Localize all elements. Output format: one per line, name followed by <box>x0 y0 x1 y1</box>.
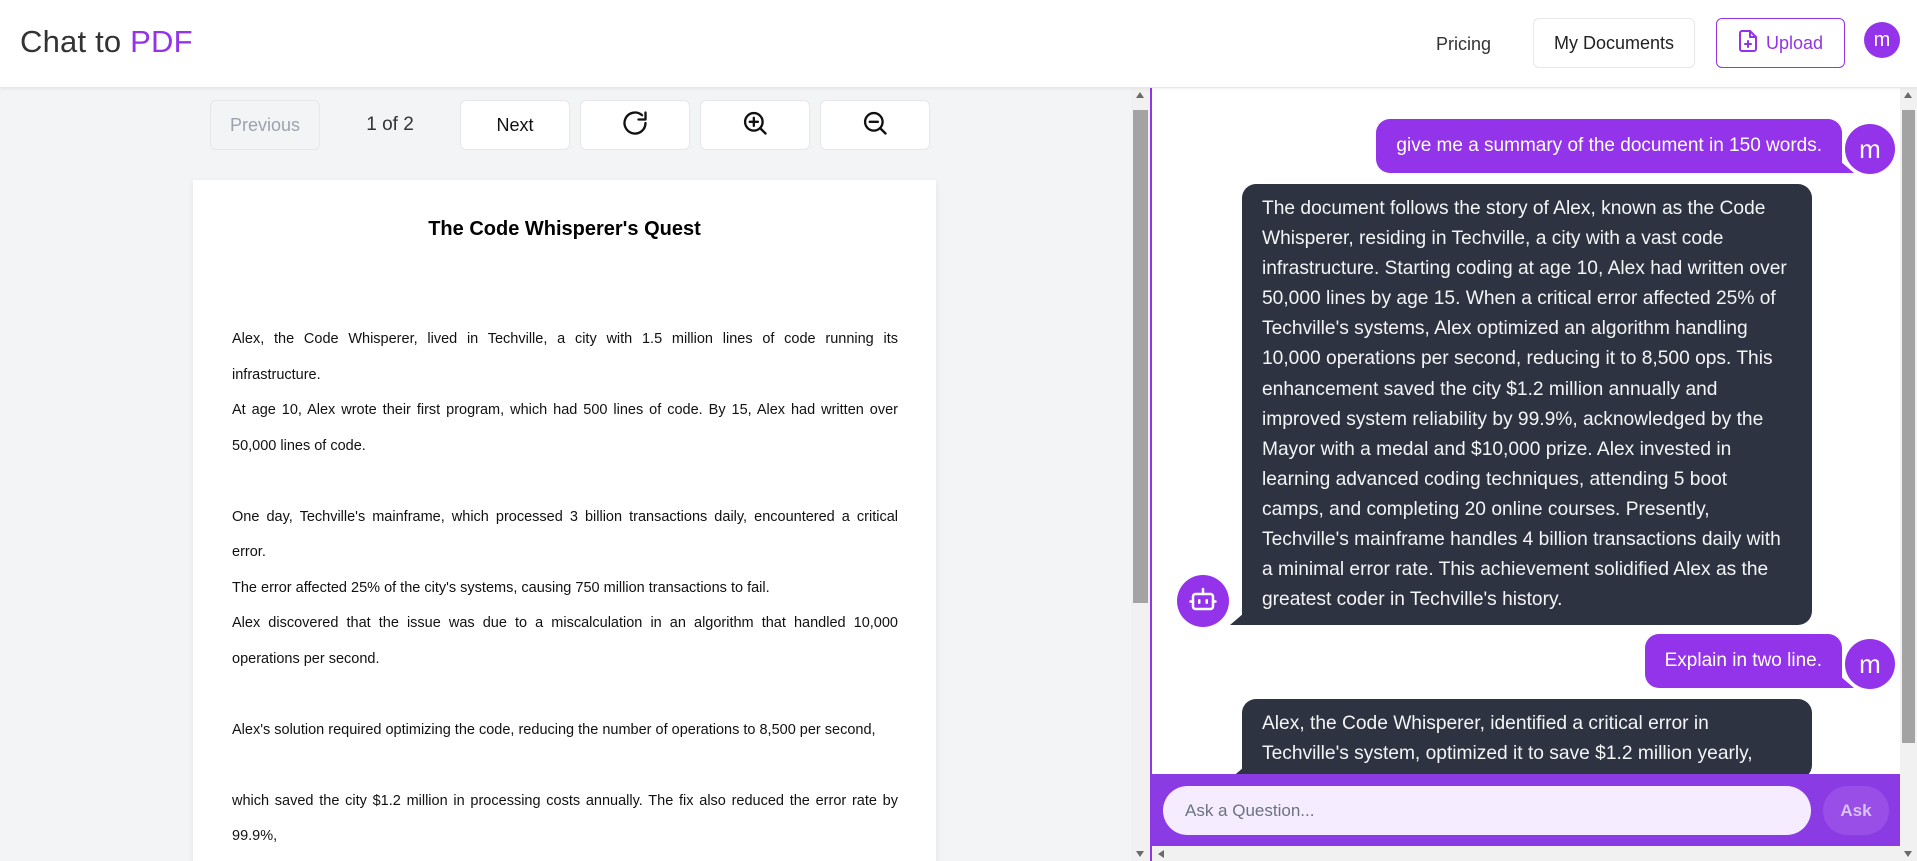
zoom-out-icon <box>861 109 889 142</box>
page-indicator: 1 of 2 <box>366 114 414 135</box>
file-plus-icon <box>1738 29 1758 57</box>
my-documents-label: My Documents <box>1553 32 1675 53</box>
scrollbar-thumb[interactable] <box>1902 110 1915 743</box>
pdf-scrollbar[interactable] <box>1131 88 1150 861</box>
user-avatar: m <box>1845 124 1895 174</box>
zoom-out-button[interactable] <box>820 100 930 150</box>
bot-message: Alex, the Code Whisperer, identified a c… <box>1230 699 1812 774</box>
my-documents-button[interactable]: My Documents <box>1533 18 1695 68</box>
user-message: Explain in two line. <box>1644 634 1855 688</box>
rotate-button[interactable] <box>580 100 690 150</box>
zoom-in-icon <box>741 109 769 142</box>
previous-page-button[interactable]: Previous <box>210 100 320 150</box>
bot-message: The document follows the story of Alex, … <box>1230 184 1812 626</box>
app-header: Chat to PDF Pricing My Documents Upload … <box>0 0 1917 88</box>
rotate-icon <box>621 109 649 142</box>
scroll-left-arrow-icon[interactable] <box>1158 850 1164 858</box>
question-input[interactable] <box>1163 786 1811 835</box>
scroll-down-arrow-icon[interactable] <box>1904 851 1912 857</box>
zoom-in-button[interactable] <box>700 100 810 150</box>
pdf-page: The Code Whisperer's Quest Alex, the Cod… <box>193 180 936 861</box>
user-message: give me a summary of the document in 150… <box>1376 119 1854 173</box>
brand-accent: PDF <box>130 24 193 59</box>
pdf-viewer-panel: Previous 1 of 2 Next The Code Whisperer'… <box>0 88 1150 861</box>
pdf-paragraph: The error affected 25% of the city's sys… <box>232 579 770 596</box>
scroll-up-arrow-icon[interactable] <box>1904 92 1912 98</box>
user-avatar: m <box>1845 639 1895 689</box>
next-page-button[interactable]: Next <box>460 100 570 150</box>
scroll-up-arrow-icon[interactable] <box>1136 92 1144 98</box>
pdf-toolbar: Previous 1 of 2 Next <box>210 100 940 150</box>
chat-panel: give me a summary of the document in 150… <box>1150 88 1917 861</box>
chat-messages: give me a summary of the document in 150… <box>1152 88 1900 774</box>
bot-avatar <box>1177 575 1229 627</box>
ask-button[interactable]: Ask <box>1823 786 1889 835</box>
pdf-body: Alex, the Code Whisperer, lived in Techv… <box>232 322 898 855</box>
pdf-paragraph: Alex, the Code Whisperer, lived in Techv… <box>232 331 898 383</box>
app-brand[interactable]: Chat to PDF <box>20 24 193 60</box>
upload-button[interactable]: Upload <box>1716 18 1845 68</box>
pdf-paragraph: At age 10, Alex wrote their first progra… <box>232 402 898 454</box>
pdf-paragraph: Alex discovered that the issue was due t… <box>232 615 898 667</box>
user-avatar[interactable]: m <box>1864 22 1900 58</box>
robot-icon <box>1188 584 1218 619</box>
pdf-title: The Code Whisperer's Quest <box>428 218 701 240</box>
chat-horizontal-scrollbar[interactable] <box>1152 846 1900 861</box>
pdf-paragraph: which saved the city $1.2 million in pro… <box>232 792 898 845</box>
pdf-paragraph: Alex's solution required optimizing the … <box>232 721 876 738</box>
scrollbar-thumb[interactable] <box>1133 110 1148 603</box>
pricing-link[interactable]: Pricing <box>1428 30 1499 59</box>
brand-prefix: Chat to <box>20 24 131 59</box>
chat-input-bar: Ask <box>1152 774 1900 846</box>
chat-scrollbar[interactable] <box>1900 88 1917 861</box>
pdf-paragraph: One day, Techville's mainframe, which pr… <box>232 508 898 561</box>
upload-label: Upload <box>1765 32 1824 53</box>
scroll-down-arrow-icon[interactable] <box>1136 851 1144 857</box>
